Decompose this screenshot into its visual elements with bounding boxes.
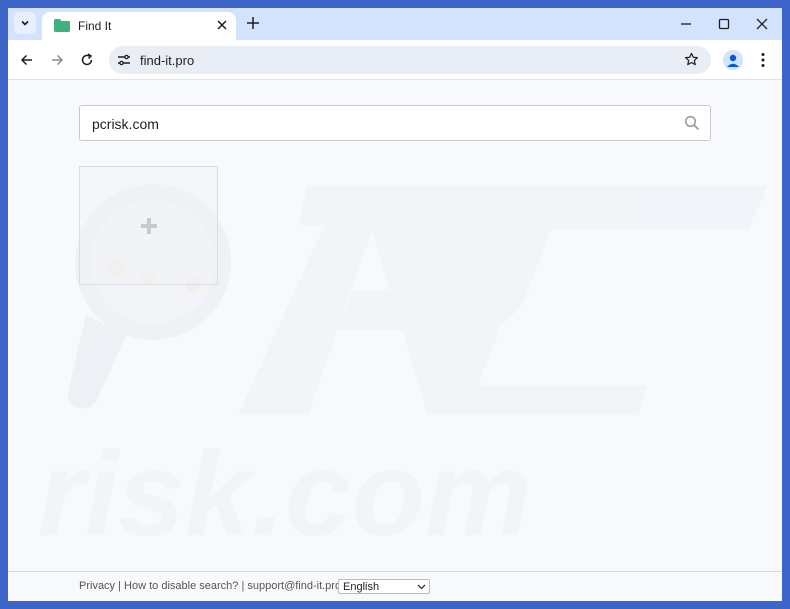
footer: Privacy | How to disable search? | suppo… — [8, 571, 782, 601]
language-value: English — [343, 581, 380, 593]
person-icon — [727, 54, 739, 67]
tune-icon[interactable] — [117, 53, 131, 67]
tab-find-it[interactable]: Find It — [42, 12, 236, 40]
search-icon[interactable] — [684, 115, 700, 131]
svg-text:risk.com: risk.com — [38, 427, 532, 561]
support-email-link[interactable]: support@find-it.pro — [247, 580, 341, 592]
browser-toolbar: find-it.pro — [8, 40, 782, 80]
chevron-down-icon — [21, 20, 29, 26]
page-content: risk.com pcrisk.com Privacy | How to dis… — [8, 80, 782, 601]
minimize-icon[interactable] — [679, 17, 693, 31]
url-text[interactable]: find-it.pro — [140, 53, 194, 68]
disable-search-link[interactable]: How to disable search? — [124, 580, 238, 592]
arrow-right-icon[interactable] — [50, 53, 64, 67]
address-bar[interactable]: find-it.pro — [109, 46, 711, 74]
chevron-down-icon — [417, 584, 426, 590]
tab-search-button[interactable] — [14, 12, 36, 34]
new-tab-plus-icon[interactable] — [246, 16, 260, 30]
watermark-logo: risk.com — [38, 184, 768, 561]
privacy-link[interactable]: Privacy — [79, 580, 115, 592]
arrow-left-icon[interactable] — [20, 53, 34, 67]
star-icon[interactable] — [684, 52, 699, 67]
tab-strip: Find It — [8, 8, 782, 40]
maximize-icon[interactable] — [717, 17, 731, 31]
folder-icon — [54, 19, 70, 32]
search-input[interactable]: pcrisk.com — [79, 105, 711, 141]
profile-avatar[interactable] — [723, 50, 743, 70]
footer-separator: | — [115, 580, 125, 592]
reload-icon[interactable] — [80, 53, 94, 67]
browser-window: Find It find-it.pro risk.com pcrisk.com … — [8, 8, 782, 601]
tab-title: Find It — [78, 19, 112, 33]
window-close-icon[interactable] — [755, 17, 769, 31]
search-query[interactable]: pcrisk.com — [92, 116, 159, 132]
language-select[interactable]: English — [338, 579, 430, 594]
close-icon[interactable] — [215, 18, 229, 32]
image-placeholder — [79, 166, 218, 285]
more-vert-icon[interactable] — [761, 52, 765, 68]
footer-links: Privacy | How to disable search? | suppo… — [79, 580, 341, 592]
plus-icon — [141, 218, 157, 234]
